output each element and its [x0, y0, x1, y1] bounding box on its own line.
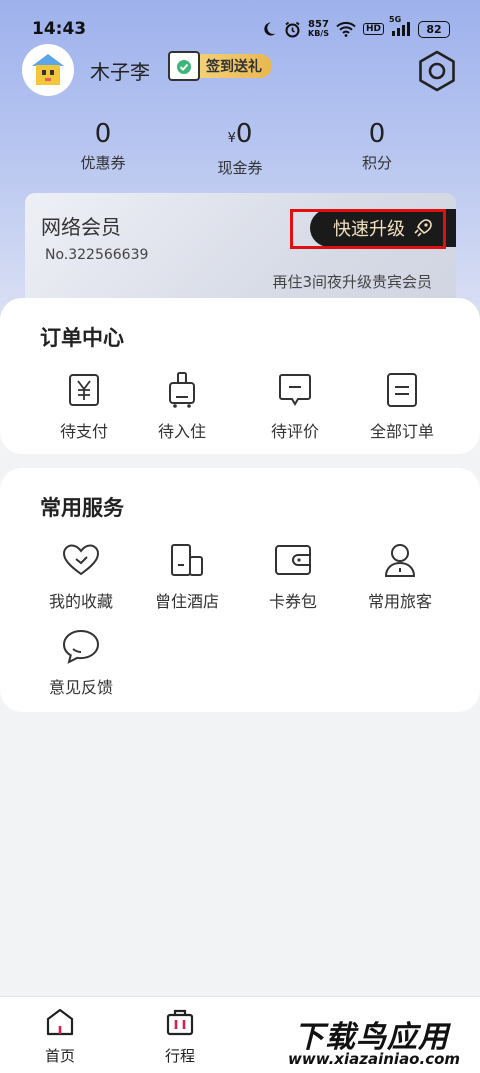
- service-wallet-label: 卡券包: [268, 592, 317, 611]
- moon-icon: [261, 21, 277, 37]
- person-icon: [345, 540, 455, 580]
- order-all-label: 全部订单: [369, 422, 434, 441]
- tab-trips-label: 行程: [164, 1047, 195, 1065]
- tab-trips[interactable]: 行程: [140, 1007, 220, 1066]
- avatar-house-icon: [32, 54, 64, 85]
- order-list-icon: [347, 370, 457, 410]
- stat-coupons-value: 0: [94, 119, 112, 149]
- signin-gift-button[interactable]: 签到送礼: [168, 51, 274, 81]
- stat-cash-coupons[interactable]: ¥0 现金券: [180, 118, 300, 178]
- settings-hexagon-icon: [419, 50, 455, 92]
- watermark-url: www.xiazainiao.com: [288, 1050, 461, 1068]
- service-stayed-hotels[interactable]: 曾住酒店: [132, 540, 242, 612]
- yen-icon: [29, 370, 139, 410]
- calendar-check-icon: [168, 51, 200, 81]
- watermark: 下载鸟应用 www.xiazainiao.com: [282, 1008, 480, 1073]
- currency-symbol: ¥: [227, 131, 236, 146]
- service-favorites[interactable]: 我的收藏: [26, 540, 136, 612]
- wallet-icon: [238, 540, 348, 580]
- stat-points-label: 积分: [361, 154, 392, 172]
- order-pending-checkin-label: 待入住: [157, 422, 206, 441]
- service-wallet[interactable]: 卡券包: [238, 540, 348, 612]
- signin-label: 签到送礼: [194, 54, 272, 78]
- service-frequent-travelers[interactable]: 常用旅客: [345, 540, 455, 612]
- order-center-title: 订单中心: [40, 326, 124, 350]
- settings-button[interactable]: [414, 48, 460, 94]
- order-pending-review[interactable]: 待评价: [240, 370, 350, 442]
- order-pending-checkin[interactable]: 待入住: [127, 370, 237, 442]
- wifi-icon: [336, 21, 356, 37]
- stat-points[interactable]: 0 积分: [317, 118, 437, 173]
- avatar[interactable]: [22, 44, 74, 96]
- order-pending-payment[interactable]: 待支付: [29, 370, 139, 442]
- service-favorites-label: 我的收藏: [48, 592, 113, 611]
- order-all[interactable]: 全部订单: [347, 370, 457, 442]
- net-speed-unit: KB/S: [308, 29, 329, 38]
- stat-cash-label: 现金券: [217, 159, 263, 177]
- stat-points-value: 0: [368, 119, 386, 149]
- username[interactable]: 木子李: [90, 56, 150, 85]
- quick-upgrade-label: 快速升级: [333, 219, 405, 240]
- tab-home[interactable]: 首页: [20, 1007, 100, 1066]
- stat-coupons-label: 优惠券: [80, 154, 126, 172]
- stat-coupons[interactable]: 0 优惠券: [43, 118, 163, 173]
- status-time: 14:43: [32, 19, 87, 39]
- signal-label: 5G: [389, 15, 402, 24]
- service-feedback-label: 意见反馈: [48, 678, 113, 697]
- services-card: 常用服务 我的收藏 曾住酒店 卡券包 常用旅客 意见反馈: [0, 468, 480, 712]
- service-stayed-hotels-label: 曾住酒店: [154, 592, 219, 611]
- member-level-title: 网络会员: [41, 215, 121, 239]
- tab-home-label: 首页: [44, 1047, 75, 1065]
- alarm-icon: [284, 21, 301, 38]
- hd-badge: HD: [362, 23, 384, 35]
- order-pending-payment-label: 待支付: [59, 422, 108, 441]
- comment-icon: [240, 370, 350, 410]
- member-number: No.322566639: [45, 247, 149, 263]
- services-title: 常用服务: [40, 496, 124, 520]
- quick-upgrade-button[interactable]: 快速升级: [310, 209, 456, 247]
- order-pending-review-label: 待评价: [270, 422, 319, 441]
- service-feedback[interactable]: 意见反馈: [26, 626, 136, 698]
- luggage-icon: [127, 370, 237, 410]
- upgrade-hint: 再住3间夜升级贵宾会员: [272, 273, 432, 291]
- heart-icon: [26, 540, 136, 580]
- home-icon: [46, 1008, 74, 1036]
- service-frequent-travelers-label: 常用旅客: [367, 592, 432, 611]
- rocket-icon: [414, 219, 432, 237]
- suitcase-icon: [166, 1009, 194, 1036]
- feedback-icon: [26, 626, 136, 666]
- hotel-icon: [132, 540, 242, 580]
- status-bar: 14:43 857 KB/S HD 5G 82: [0, 0, 480, 58]
- stat-cash-value: 0: [235, 119, 253, 149]
- signal-icon: 5G: [389, 15, 411, 37]
- stat-cash-value-row: ¥0: [180, 118, 300, 155]
- order-center-card: 订单中心 待支付 待入住 待评价 全部订单: [0, 298, 480, 454]
- net-speed: 857 KB/S: [308, 20, 329, 38]
- battery-indicator: 82: [418, 20, 450, 38]
- status-icons: 857 KB/S HD 5G 82: [261, 15, 450, 38]
